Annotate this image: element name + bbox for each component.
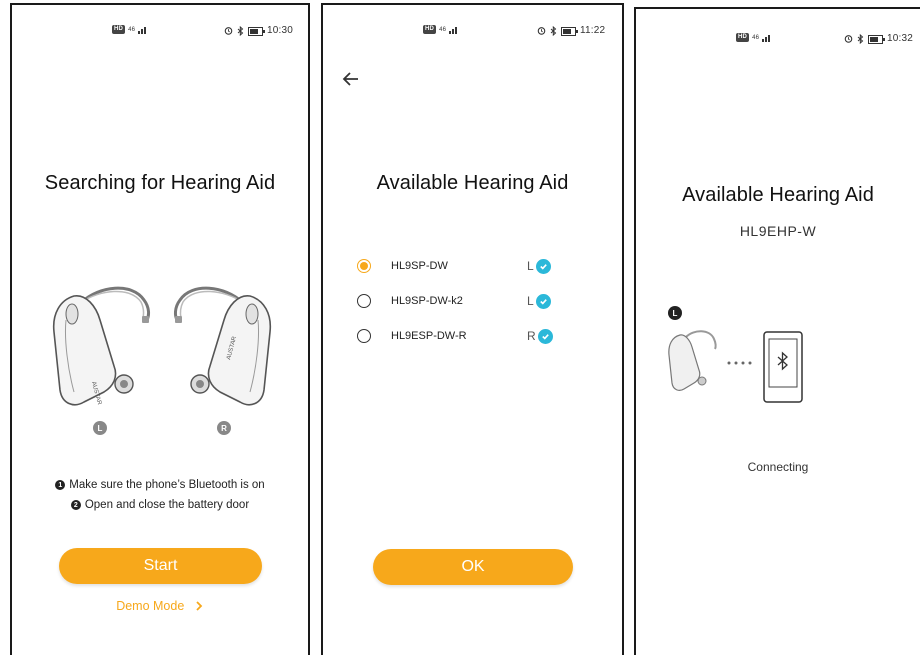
page-title: Available Hearing Aid xyxy=(376,172,569,194)
device-name: HL9ESP-DW-R xyxy=(391,330,467,342)
ok-button[interactable]: OK xyxy=(373,549,573,585)
side-badge: L xyxy=(668,306,682,320)
ok-button-label: OK xyxy=(461,558,485,575)
alarm-icon xyxy=(844,35,853,43)
battery-icon xyxy=(561,26,578,36)
right-badge: R xyxy=(217,421,231,435)
hd-icon: HD xyxy=(112,25,126,34)
status-time: 10:30 xyxy=(267,25,294,36)
device-model-name: HL9EHP-W xyxy=(739,223,817,239)
status-bar-right: 10:32 xyxy=(844,33,913,44)
device-side: L xyxy=(527,259,534,273)
check-icon xyxy=(537,328,553,344)
signal-icon xyxy=(138,27,147,34)
phone-icon xyxy=(763,331,803,403)
demo-mode-label: Demo Mode xyxy=(116,599,185,613)
searching-screen: HD 46 10:30 Searching for Hearing Aid AU… xyxy=(10,3,310,655)
demo-mode-link[interactable]: Demo Mode xyxy=(12,599,308,613)
status-bar-left: HD 46 xyxy=(736,33,772,42)
bluetooth-icon xyxy=(237,25,244,36)
available-list-screen: HD 46 11:22 Available Hearing Aid HL9SP-… xyxy=(321,3,624,655)
network-type: 46 xyxy=(439,26,447,33)
signal-icon xyxy=(449,27,458,34)
bluetooth-icon xyxy=(857,33,864,44)
instruction-1-text: Make sure the phone’s Bluetooth is on xyxy=(69,479,265,491)
start-button-label: Start xyxy=(143,557,178,574)
check-icon xyxy=(535,258,551,274)
battery-icon xyxy=(248,26,265,36)
connecting-screen: HD 46 10:32 Available Hearing Aid HL9EHP… xyxy=(634,7,920,655)
status-time: 10:32 xyxy=(887,33,914,44)
left-badge: L xyxy=(93,421,107,435)
battery-icon xyxy=(868,34,885,44)
device-row-1[interactable]: HL9SP-DW L xyxy=(357,255,592,277)
status-bar-left: HD 46 xyxy=(112,25,148,34)
device-row-3[interactable]: HL9ESP-DW-R R xyxy=(357,325,592,347)
instruction-2-text: Open and close the battery door xyxy=(84,499,250,511)
number-2-icon: 2 xyxy=(70,500,81,510)
bluetooth-icon xyxy=(550,25,557,36)
device-radio-selected[interactable] xyxy=(357,259,371,273)
hd-icon: HD xyxy=(423,25,437,34)
device-side: R xyxy=(527,329,536,343)
device-name: HL9SP-DW xyxy=(391,260,448,272)
network-type: 46 xyxy=(752,34,760,41)
instruction-1: 1 Make sure the phone’s Bluetooth is on xyxy=(12,479,308,491)
left-hearing-aid-image: AUSTAR xyxy=(52,286,151,406)
hearing-aid-icon xyxy=(668,330,717,391)
alarm-icon xyxy=(224,27,233,35)
right-hearing-aid-image: AUSTAR xyxy=(173,286,272,406)
device-radio[interactable] xyxy=(357,294,371,308)
page-title: Available Hearing Aid xyxy=(682,184,874,206)
number-1-icon: 1 xyxy=(55,480,66,490)
hd-icon: HD xyxy=(736,33,750,42)
back-arrow-icon[interactable] xyxy=(341,69,361,89)
status-bar-right: 10:30 xyxy=(224,25,293,36)
status-bar-right: 11:22 xyxy=(537,25,605,36)
start-button[interactable]: Start xyxy=(59,548,262,584)
check-icon xyxy=(535,293,551,309)
device-radio[interactable] xyxy=(357,329,371,343)
device-row-2[interactable]: HL9SP-DW-k2 L xyxy=(357,290,592,312)
status-bar-left: HD 46 xyxy=(423,25,459,34)
connection-dots xyxy=(727,361,752,365)
connecting-status: Connecting xyxy=(747,460,809,474)
status-time: 11:22 xyxy=(580,25,606,36)
device-side: L xyxy=(527,294,534,308)
signal-icon xyxy=(762,35,771,42)
instruction-2: 2 Open and close the battery door xyxy=(12,499,308,511)
device-name: HL9SP-DW-k2 xyxy=(391,295,463,307)
chevron-right-icon xyxy=(196,601,203,611)
page-title: Searching for Hearing Aid xyxy=(44,172,276,194)
alarm-icon xyxy=(537,27,546,35)
network-type: 46 xyxy=(128,26,136,33)
